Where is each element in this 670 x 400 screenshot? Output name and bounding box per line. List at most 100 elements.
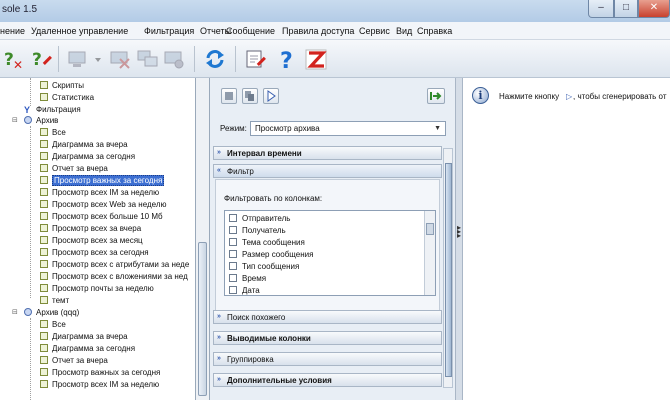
save-icon [225,92,233,100]
tree-item-all[interactable]: Все [40,127,66,138]
menu-help[interactable]: Справка [417,26,452,36]
settings-scrollbar-thumb[interactable] [445,163,452,377]
save-settings-button[interactable] [221,88,237,104]
message-edit-icon [246,50,266,68]
collapse-icon[interactable]: ⊟ [12,308,18,316]
tree-item-temt[interactable]: темт [40,295,69,306]
section-similar-search[interactable]: » Поиск похожего [213,310,442,324]
computer-dropdown-button[interactable] [94,47,102,71]
section-extra-conditions[interactable]: » Дополнительные условия [213,373,442,387]
menu-view[interactable]: Вид [396,26,412,36]
info-text-after: , чтобы сгенерировать от [573,92,667,101]
panel-splitter[interactable]: ▸ ▸ ▸ [455,78,463,400]
edit-message-button[interactable] [244,47,268,71]
tree-item-im-week[interactable]: Просмотр всех IM за неделю [40,187,159,198]
filter-panel: Фильтровать по колонкам: Отправитель Пол… [215,179,440,313]
report-icon [40,296,48,304]
menu-filtering[interactable]: Фильтрация [144,26,194,36]
tree-item-filtering[interactable]: Y Фильтрация [24,104,81,115]
checkbox[interactable] [229,262,237,270]
z-logo-icon [305,49,327,70]
report-icon [40,332,48,340]
tree-item-with-attributes[interactable]: Просмотр всех с атрибутами за неде [40,259,189,270]
computers-button[interactable] [136,47,160,71]
copy-icon [245,91,254,101]
section-output-columns[interactable]: » Выводимые колонки [213,331,442,345]
filter-columns-list[interactable]: Отправитель Получатель Тема сообщения Ра… [224,210,436,296]
column-checkbox-type[interactable]: Тип сообщения [229,262,299,273]
tree-item-diagram-yesterday[interactable]: Диаграмма за вчера [40,331,128,342]
close-button[interactable]: ✕ [638,0,670,18]
tree-item-report-yesterday[interactable]: Отчет за вчера [40,355,108,366]
checkbox[interactable] [229,238,237,246]
mode-value: Просмотр архива [255,124,320,133]
checkbox[interactable] [229,250,237,258]
tree-item-all-yesterday[interactable]: Просмотр всех за вчера [40,223,141,234]
columns-scrollbar-thumb[interactable] [426,223,434,235]
tree-item-over-10mb[interactable]: Просмотр всех больше 10 Мб [40,211,163,222]
tree-connector [30,126,31,298]
menu-remote-control[interactable]: Удаленное управление [31,26,128,36]
refresh-icon [206,50,224,68]
play-icon [267,90,276,102]
column-checkbox-sender[interactable]: Отправитель [229,214,290,225]
settings-scrollbar[interactable] [443,148,453,388]
collapse-icon[interactable]: ⊟ [12,116,18,124]
computer-settings-button[interactable] [162,47,186,71]
disconnect-button[interactable]: ? ✕ [2,47,26,72]
checkbox[interactable] [229,274,237,282]
copy-settings-button[interactable] [242,88,258,104]
export-button[interactable] [427,88,445,104]
section-time-interval[interactable]: » Интервал времени [213,146,442,160]
computer-remove-icon [110,51,130,69]
report-icon [40,236,48,244]
tree-item-diagram-today[interactable]: Диаграмма за сегодня [40,343,135,354]
refresh-button[interactable] [203,47,227,71]
mode-select[interactable]: Просмотр архива ▼ [250,121,446,136]
tree-item-with-attachments[interactable]: Просмотр всех с вложениями за нед [40,271,188,282]
tree-item-archive[interactable]: Архив [24,115,58,126]
column-checkbox-size[interactable]: Размер сообщения [229,250,313,261]
checkbox[interactable] [229,226,237,234]
tree-item-mail-week[interactable]: Просмотр почты за неделю [40,283,154,294]
tree-item-diagram-yesterday[interactable]: Диаграмма за вчера [40,139,128,150]
tree-item-scripts[interactable]: Скрипты [40,80,84,91]
tree-item-all-today[interactable]: Просмотр всех за сегодня [40,247,149,258]
help-button[interactable]: ? [276,47,300,74]
column-checkbox-recipient[interactable]: Получатель [229,226,286,237]
tree-item-web-week[interactable]: Просмотр всех Web за неделю [40,199,167,210]
computer-button[interactable] [66,47,90,71]
section-filter[interactable]: « Фильтр [213,164,442,178]
tree-item-important-today[interactable]: Просмотр важных за сегодня [40,367,160,378]
maximize-button[interactable]: □ [614,0,638,18]
checkbox[interactable] [229,214,237,222]
menu-access-rules[interactable]: Правила доступа [282,26,354,36]
tree-item-diagram-today[interactable]: Диаграмма за сегодня [40,151,135,162]
collapse-icon: « [217,167,221,174]
columns-scrollbar[interactable] [424,211,435,295]
tree-scrollbar[interactable] [196,78,210,400]
remove-computer-button[interactable] [108,47,132,71]
checkbox[interactable] [229,286,237,294]
menu-service[interactable]: Сервис [359,26,390,36]
tree-scrollbar-thumb[interactable] [198,242,207,396]
tree-item-important-today[interactable]: Просмотр важных за сегодня [40,175,165,186]
menu-connection[interactable]: нение [0,26,25,36]
tree-item-all-month[interactable]: Просмотр всех за месяц [40,235,143,246]
tree-item-statistics[interactable]: Статистика [40,92,94,103]
section-grouping[interactable]: » Группировка [213,352,442,366]
column-checkbox-subject[interactable]: Тема сообщения [229,238,305,249]
tree-item-archive-qqq[interactable]: Архив (qqq) [24,307,79,318]
tree-item-all[interactable]: Все [40,319,66,330]
minimize-button[interactable]: – [588,0,614,18]
archive-icon [24,308,32,316]
menu-message[interactable]: Сообщение [226,26,275,36]
column-checkbox-date[interactable]: Дата [229,286,260,295]
check-edit-button[interactable]: ? [30,47,54,71]
tree-item-report-yesterday[interactable]: Отчет за вчера [40,163,108,174]
column-checkbox-time[interactable]: Время [229,274,266,285]
run-report-button[interactable] [263,88,279,104]
app-logo-button[interactable] [304,47,328,71]
report-icon [40,368,48,376]
tree-item-im-week[interactable]: Просмотр всех IM за неделю [40,379,159,390]
